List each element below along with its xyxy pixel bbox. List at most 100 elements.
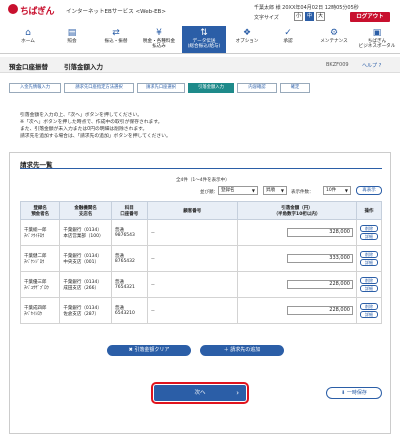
option-icon: ❖ xyxy=(242,28,252,38)
nav-item-7[interactable]: ⚙ メンテナンス xyxy=(313,26,355,53)
next-button-label: 次へ xyxy=(194,390,206,396)
step-5: 内容確認 xyxy=(237,83,277,93)
nav-item-3[interactable]: ¥ 税金・各種料金 払込み xyxy=(137,26,181,53)
step-4-current: 引落金額入力 xyxy=(188,83,234,93)
font-small-button[interactable]: 小 xyxy=(294,12,303,21)
nav-item-8[interactable]: ▣ ちばぎん ビジネスポータル xyxy=(355,26,399,53)
delete-button[interactable]: 削除 xyxy=(359,303,378,310)
section-divider xyxy=(20,168,382,169)
clear-amount-button[interactable]: ✖ 引落金額クリア xyxy=(107,345,191,356)
table-header-row: 登録名 預金者名 金融機関名 支店名 科目 口座番号 顧客番号 引落金額（円） … xyxy=(19,201,383,220)
step-6: 確定 xyxy=(280,83,310,93)
account-number: 8765432 xyxy=(114,259,135,264)
page-title: 引落金額入力 xyxy=(64,63,103,71)
cell-account: 普通 7654321 xyxy=(110,271,148,298)
instruction-line: 請求先を追加する場合は、「請求先の追加」ボタンを押してください。 xyxy=(20,134,171,139)
detail-button[interactable]: 詳細 xyxy=(359,285,378,292)
display-count-select[interactable]: 10件 ▼ xyxy=(323,186,351,195)
maintenance-icon: ⚙ xyxy=(329,28,339,38)
cell-amount: 228,000 xyxy=(236,271,357,298)
cell-customer: － xyxy=(146,297,238,324)
chevron-right-icon: › xyxy=(236,389,239,397)
cell-name: 千葉成四郎 ﾁﾊﾞｾｲｼﾛｳ xyxy=(19,297,61,324)
bank-logo: ちばぎん xyxy=(20,7,55,17)
cell-amount: 228,000 xyxy=(236,297,357,324)
temp-save-button[interactable]: ⬇ 一時保存 xyxy=(326,387,382,399)
cell-operation: 削除 詳細 xyxy=(355,271,383,298)
branch-name: 本店営業部（100） xyxy=(63,233,104,239)
table-row: 千葉健二郎 ﾁﾊﾞｹﾝｼﾞﾛｳ 千葉銀行（0134） 中央支店（001） 普通 87654… xyxy=(19,245,383,272)
sort-select[interactable]: 登録名 ▼ xyxy=(218,186,258,195)
portal-icon: ▣ xyxy=(372,28,382,38)
nav-item-1[interactable]: ▤ 照会 xyxy=(52,26,92,53)
amount-input[interactable]: 328,000 xyxy=(286,228,353,237)
bank-name: 千葉銀行（0134） xyxy=(63,305,102,311)
cell-name: 千葉健二郎 ﾁﾊﾞｹﾝｼﾞﾛｳ xyxy=(19,245,61,272)
home-icon: ⌂ xyxy=(25,28,31,38)
nav-item-label: ホーム xyxy=(21,39,35,44)
nav-item-2[interactable]: ⇄ 振込・振替 xyxy=(96,26,136,53)
bank-logo-icon xyxy=(8,4,18,14)
global-nav: ⌂ ホーム ▤ 照会 ⇄ 振込・振替 ¥ 税金・各種料金 払込み ⇅ データ伝送 (総合振込/給与… xyxy=(0,26,400,54)
account-number: 7654321 xyxy=(114,285,135,290)
cell-name: 千葉総一郎 ﾁﾊﾞｿｳｲﾁﾛｳ xyxy=(19,219,61,246)
delete-button[interactable]: 削除 xyxy=(359,277,378,284)
help-link[interactable]: ヘルプ ? xyxy=(362,62,381,69)
nav-item-label: 振込・振替 xyxy=(104,39,128,44)
branch-name: 成田支店（266） xyxy=(63,285,99,291)
chevron-down-icon: ▼ xyxy=(251,188,255,193)
depositor-kana: ﾁﾊﾞﾕｳｻﾞﾌﾞﾛｳ xyxy=(24,285,49,291)
cell-customer: － xyxy=(146,245,238,272)
depositor-kana: ﾁﾊﾞｹﾝｼﾞﾛｳ xyxy=(24,259,45,265)
nav-item-4[interactable]: ⇅ データ伝送 (総合振込/給与) xyxy=(182,26,226,53)
delete-button[interactable]: 削除 xyxy=(359,225,378,232)
next-button[interactable]: 次へ › xyxy=(151,382,249,404)
instruction-line: また、引落金額が未入力または0円の明細は削除されます。 xyxy=(20,127,148,132)
service-name: インターネットEBサービス <Web-EB> xyxy=(66,9,166,15)
cell-account: 普通 9876543 xyxy=(110,219,148,246)
order-select-value: 昇順 xyxy=(266,188,275,193)
billing-table: 登録名 預金者名 金融機関名 支店名 科目 口座番号 顧客番号 引落金額（円） … xyxy=(19,201,383,324)
add-billing-button[interactable]: ＋ 請求先の追加 xyxy=(200,345,284,356)
branch-name: 中央支店（001） xyxy=(63,259,99,265)
chevron-down-icon: ▼ xyxy=(344,188,348,193)
font-medium-button[interactable]: 中 xyxy=(305,12,314,21)
sort-select-value: 登録名 xyxy=(221,188,235,193)
nav-item-6[interactable]: ✓ 承認 xyxy=(268,26,308,53)
table-row: 千葉成四郎 ﾁﾊﾞｾｲｼﾛｳ 千葉銀行（0134） 佐倉支店（287） 普通 654321… xyxy=(19,297,383,324)
account-number: 6543210 xyxy=(114,311,135,316)
user-info: 千葉太郎 様 20XX年04月02日 12時05分05秒 xyxy=(254,5,359,11)
amount-input[interactable]: 333,000 xyxy=(286,254,353,263)
cell-account: 普通 6543210 xyxy=(110,297,148,324)
redisplay-button[interactable]: 再表示 xyxy=(356,186,382,195)
detail-button[interactable]: 詳細 xyxy=(359,259,378,266)
cell-customer: － xyxy=(146,219,238,246)
nav-item-label: ちばぎん ビジネスポータル xyxy=(358,39,396,49)
instruction-line: ※「次へ」ボタンを押した時点で、作成中の取引が保存されます。 xyxy=(20,120,163,125)
tax-icon: ¥ xyxy=(156,28,162,38)
cell-bank: 千葉銀行（0134） 本店営業部（100） xyxy=(59,219,112,246)
nav-item-label: 承認 xyxy=(283,39,293,44)
nav-item-0[interactable]: ⌂ ホーム xyxy=(8,26,48,53)
nav-item-5[interactable]: ❖ オプション xyxy=(227,26,267,53)
cell-bank: 千葉銀行（0134） 佐倉支店（287） xyxy=(59,297,112,324)
bank-name: 千葉銀行（0134） xyxy=(63,279,102,285)
delete-button[interactable]: 削除 xyxy=(359,251,378,258)
account-number: 9876543 xyxy=(114,233,135,238)
logout-button[interactable]: ログアウト xyxy=(350,12,390,22)
cell-operation: 削除 詳細 xyxy=(355,297,383,324)
cell-account: 普通 8765432 xyxy=(110,245,148,272)
font-large-button[interactable]: 大 xyxy=(316,12,325,21)
bank-name: 千葉銀行（0134） xyxy=(63,227,102,233)
detail-button[interactable]: 詳細 xyxy=(359,311,378,318)
col-header-name: 登録名 預金者名 xyxy=(19,201,61,220)
nav-item-label: 照会 xyxy=(67,39,77,44)
progress-steps: 入金先情報入力 請求先口座指定方法選択 請求先口座選択 引落金額入力 内容確認 … xyxy=(9,83,389,93)
detail-button[interactable]: 詳細 xyxy=(359,233,378,240)
col-header-account: 科目 口座番号 xyxy=(110,201,148,220)
amount-input[interactable]: 228,000 xyxy=(286,280,353,289)
instruction-line: 引落金額を入力の上、「次へ」ボタンを押してください。 xyxy=(20,113,143,118)
order-select[interactable]: 昇順 ▼ xyxy=(263,186,287,195)
amount-input[interactable]: 228,000 xyxy=(286,306,353,315)
col-header-customer: 顧客番号 xyxy=(146,201,238,220)
